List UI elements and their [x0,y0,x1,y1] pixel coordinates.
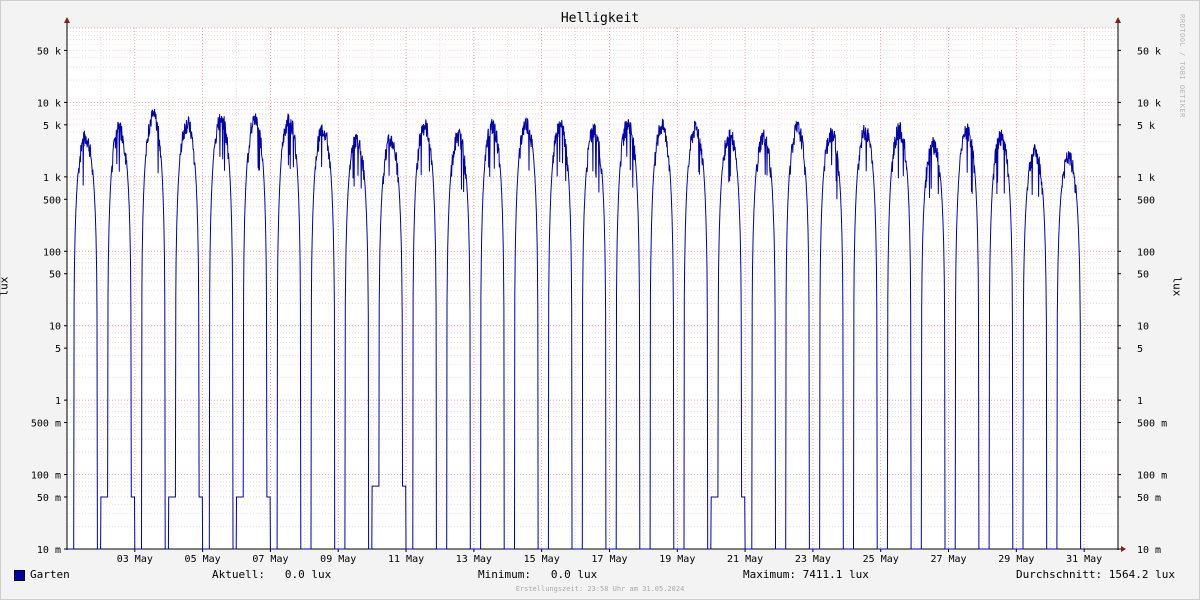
y-tick-label-left: 1 [55,396,61,407]
y-tick-label-right: 100 [1137,247,1155,258]
y-tick-label-left: 10 k [37,98,61,109]
legend: Garten Aktuell: 0.0 lux Minimum: 0.0 lux… [0,568,1200,584]
x-tick-label: 31 May [1066,554,1102,565]
y-tick-label-right: 10 [1137,322,1149,333]
plot-area [67,28,1118,549]
y-tick-label-left: 100 [43,247,61,258]
x-tick-label: 21 May [727,554,763,565]
x-axis-arrow [1121,546,1126,552]
x-tick-label: 19 May [659,554,695,565]
y-tick-label-right: 5 [1137,344,1143,355]
legend-swatch-garten [14,570,25,581]
y-tick-label-left: 5 [55,344,61,355]
y-tick-label-left: 50 [49,270,61,281]
x-tick-label: 29 May [998,554,1034,565]
x-tick-label: 27 May [930,554,966,565]
y-tick-label-left: 50 k [37,46,61,57]
x-tick-label: 07 May [252,554,288,565]
y-tick-label-left: 100 m [31,471,61,482]
x-tick-label: 09 May [320,554,356,565]
legend-label-garten: Garten [30,568,70,581]
stat-average: Durchschnitt: 1564.2 lux [1016,568,1175,581]
y-tick-label-right: 1 [1137,396,1143,407]
y-tick-label-right: 5 k [1137,121,1155,132]
line-chart: 03 May 05 May 07 May 09 May 11 May 13 May 15 M… [31,17,1167,565]
y-tick-label-right: 10 m [1137,545,1161,556]
y-tick-label-right: 50 [1137,270,1149,281]
y-tick-label-right: 100 m [1137,471,1167,482]
stat-maximum: Maximum: 7411.1 lux [743,568,869,581]
x-tick-label: 15 May [524,554,560,565]
x-tick-label: 25 May [863,554,899,565]
x-tick-label: 17 May [591,554,627,565]
x-tick-label: 05 May [185,554,221,565]
x-tick-label: 13 May [456,554,492,565]
y-tick-label-right: 500 m [1137,419,1167,430]
y-tick-label-right: 500 [1137,195,1155,206]
y-tick-label-right: 50 m [1137,493,1161,504]
y-axis-arrow-right [1115,17,1121,23]
y-tick-label-left: 50 m [37,493,61,504]
stat-current: Aktuell: 0.0 lux [212,568,332,581]
stat-minimum: Minimum: 0.0 lux [478,568,598,581]
x-tick-label: 03 May [117,554,153,565]
y-tick-label-left: 5 k [43,121,61,132]
y-tick-label-right: 10 k [1137,98,1161,109]
creation-timestamp: Erstellungszeit: 23:58 Uhr am 31.05.2024 [515,585,685,593]
y-tick-label-left: 1 k [43,173,61,184]
y-axis-arrow-left [64,17,70,23]
x-tick-label: 11 May [388,554,424,565]
y-tick-label-left: 10 m [37,545,61,556]
y-tick-label-left: 500 [43,195,61,206]
y-tick-label-left: 10 [49,322,61,333]
y-tick-label-right: 1 k [1137,173,1155,184]
x-tick-label: 23 May [795,554,831,565]
y-tick-label-left: 500 m [31,419,61,430]
y-tick-label-right: 50 k [1137,46,1161,57]
